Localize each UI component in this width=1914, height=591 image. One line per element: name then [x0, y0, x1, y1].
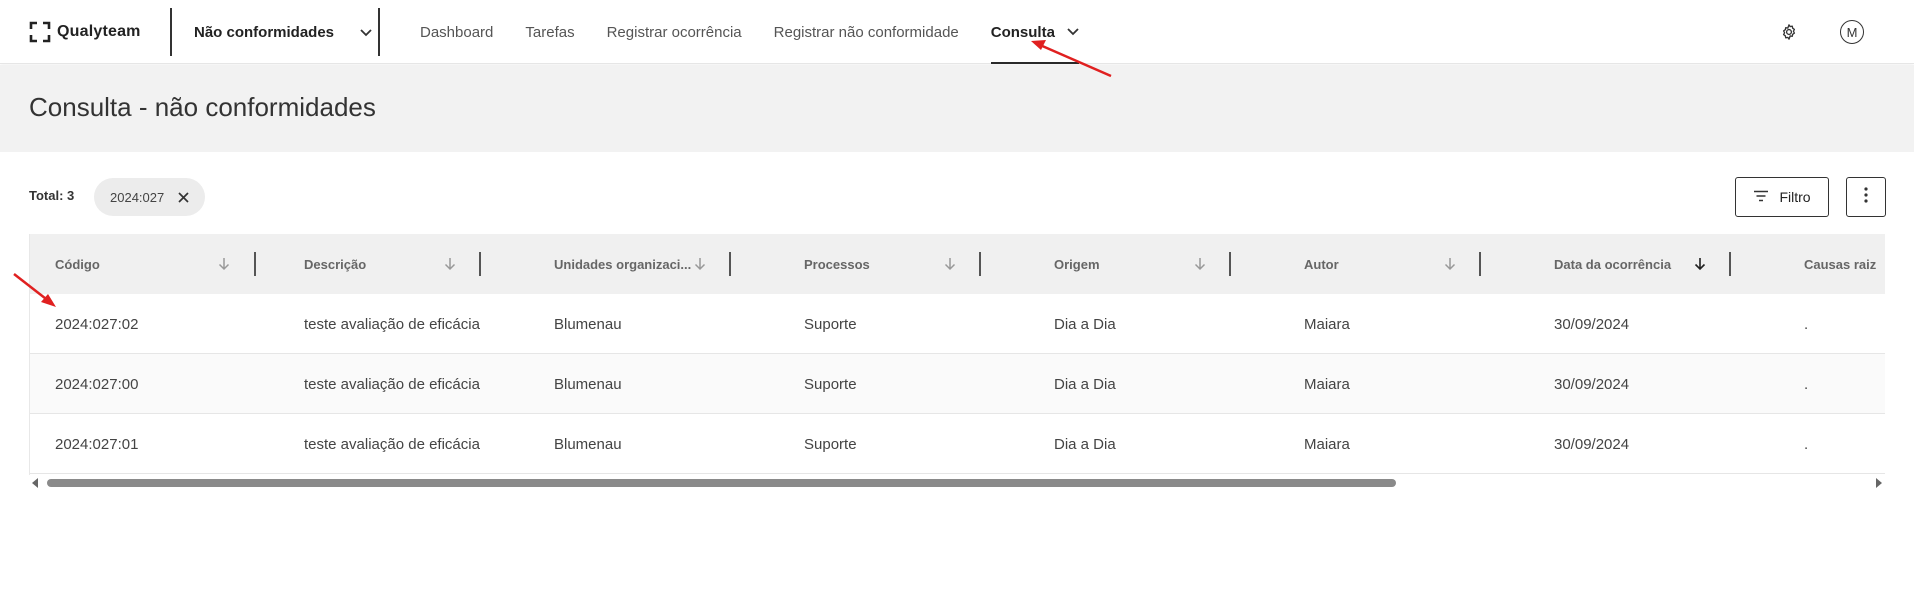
column-header-label: Processos [804, 256, 870, 272]
cell-unidade: Blumenau [554, 315, 622, 333]
nav-item-tarefas[interactable]: Tarefas [525, 0, 574, 64]
nav-label: Tarefas [525, 23, 575, 41]
cell-origem: Dia a Dia [1054, 315, 1116, 333]
sort-arrow-icon[interactable] [1194, 257, 1206, 271]
header-divider [170, 8, 172, 56]
more-vertical-icon [1864, 186, 1868, 208]
column-header-label: Autor [1304, 256, 1339, 272]
cell-autor: Maiara [1304, 375, 1350, 393]
nav-label: Consulta [990, 23, 1055, 41]
cell-causas-raiz: . [1804, 435, 1809, 453]
column-header-origem[interactable]: Origem [1029, 234, 1279, 294]
results-table: Código Descrição Unidades organizaci... … [29, 234, 1885, 475]
nav-item-registrar-nao-conformidade[interactable]: Registrar não conformidade [774, 0, 959, 64]
sort-arrow-icon[interactable] [1444, 257, 1456, 271]
nav-item-consulta[interactable]: Consulta [990, 0, 1080, 64]
nav-item-registrar-ocorrencia[interactable]: Registrar ocorrência [607, 0, 742, 64]
total-count: Total: 3 [29, 188, 75, 203]
chevron-down-icon [360, 24, 372, 41]
cell-origem: Dia a Dia [1054, 375, 1116, 393]
close-icon[interactable] [178, 191, 189, 203]
cell-descricao: teste avaliação de eficácia [304, 375, 480, 393]
cell-causas-raiz: . [1804, 315, 1809, 333]
column-header-codigo[interactable]: Código [30, 234, 280, 294]
horizontal-scrollbar[interactable] [29, 475, 1885, 491]
column-header-descricao[interactable]: Descrição [279, 234, 529, 294]
table-header: Código Descrição Unidades organizaci... … [30, 234, 1885, 294]
column-header-autor[interactable]: Autor [1279, 234, 1529, 294]
column-header-processos[interactable]: Processos [779, 234, 1029, 294]
column-header-label: Causas raiz [1804, 256, 1877, 272]
column-header-unidades[interactable]: Unidades organizaci... [529, 234, 779, 294]
filter-chip: 2024:027 [94, 178, 206, 216]
column-header-label: Descrição [304, 256, 367, 272]
cell-descricao: teste avaliação de eficácia [304, 435, 480, 453]
cell-processo: Suporte [804, 315, 857, 333]
logo-text: Qualyteam [57, 23, 141, 40]
module-label: Não conformidades [194, 23, 335, 41]
column-divider[interactable] [1479, 252, 1481, 276]
module-selector[interactable]: Não conformidades [194, 20, 372, 44]
column-divider[interactable] [254, 252, 256, 276]
cell-unidade: Blumenau [554, 375, 622, 393]
more-options-button[interactable] [1846, 177, 1886, 217]
cell-autor: Maiara [1304, 435, 1350, 453]
column-divider[interactable] [1729, 252, 1731, 276]
filter-chip-label: 2024:027 [110, 189, 165, 205]
nav-item-dashboard[interactable]: Dashboard [420, 0, 493, 64]
page-header: Consulta - não conformidades [0, 65, 1914, 152]
cell-codigo: 2024:027:00 [55, 375, 139, 393]
cell-unidade: Blumenau [554, 435, 622, 453]
cell-data: 30/09/2024 [1554, 315, 1630, 333]
scroll-right-arrow-icon[interactable] [1873, 477, 1885, 489]
filter-button[interactable]: Filtro [1735, 177, 1829, 217]
sort-arrow-active-icon[interactable] [1694, 257, 1706, 271]
filter-button-label: Filtro [1779, 189, 1811, 205]
cell-data: 30/09/2024 [1554, 375, 1630, 393]
table-row[interactable]: 2024:027:01 teste avaliação de eficácia … [30, 414, 1885, 474]
column-divider[interactable] [729, 252, 731, 276]
cell-autor: Maiara [1304, 315, 1350, 333]
cell-descricao: teste avaliação de eficácia [304, 315, 480, 333]
column-header-label: Unidades organizaci... [554, 256, 692, 272]
top-navigation-bar: Qualyteam Não conformidades Dashboard Ta… [0, 0, 1914, 64]
chevron-down-icon[interactable] [1067, 28, 1079, 36]
table-row[interactable]: 2024:027:02 teste avaliação de eficácia … [30, 294, 1885, 354]
scrollbar-thumb[interactable] [47, 479, 1396, 487]
column-divider[interactable] [1229, 252, 1231, 276]
logo-mark-icon [29, 21, 51, 43]
nav-label: Registrar não conformidade [773, 23, 959, 41]
sort-arrow-icon[interactable] [444, 257, 456, 271]
gear-icon[interactable] [1777, 20, 1801, 44]
sort-arrow-icon[interactable] [694, 257, 706, 271]
cell-processo: Suporte [804, 435, 857, 453]
column-divider[interactable] [479, 252, 481, 276]
column-header-label: Código [55, 256, 100, 272]
nav-label: Dashboard [420, 23, 494, 41]
cell-processo: Suporte [804, 375, 857, 393]
cell-data: 30/09/2024 [1554, 435, 1630, 453]
column-header-label: Data da ocorrência [1554, 256, 1672, 272]
filter-icon [1753, 189, 1769, 205]
main-nav: Dashboard Tarefas Registrar ocorrência R… [420, 0, 1111, 64]
page-title: Consulta - não conformidades [29, 92, 376, 122]
cell-origem: Dia a Dia [1054, 435, 1116, 453]
header-divider [378, 8, 380, 56]
scroll-left-arrow-icon[interactable] [29, 477, 41, 489]
column-header-data-ocorrencia[interactable]: Data da ocorrência [1529, 234, 1779, 294]
column-header-causas-raiz[interactable]: Causas raiz [1779, 234, 1885, 294]
nav-label: Registrar ocorrência [606, 23, 742, 41]
qualyteam-logo[interactable]: Qualyteam [29, 19, 141, 45]
table-row[interactable]: 2024:027:00 teste avaliação de eficácia … [30, 354, 1885, 414]
column-header-label: Origem [1054, 256, 1100, 272]
avatar[interactable]: M [1840, 20, 1864, 44]
sort-arrow-icon[interactable] [218, 257, 230, 271]
cell-codigo: 2024:027:01 [55, 435, 139, 453]
sort-arrow-icon[interactable] [944, 257, 956, 271]
column-divider[interactable] [979, 252, 981, 276]
cell-codigo: 2024:027:02 [55, 315, 139, 333]
cell-causas-raiz: . [1804, 375, 1809, 393]
